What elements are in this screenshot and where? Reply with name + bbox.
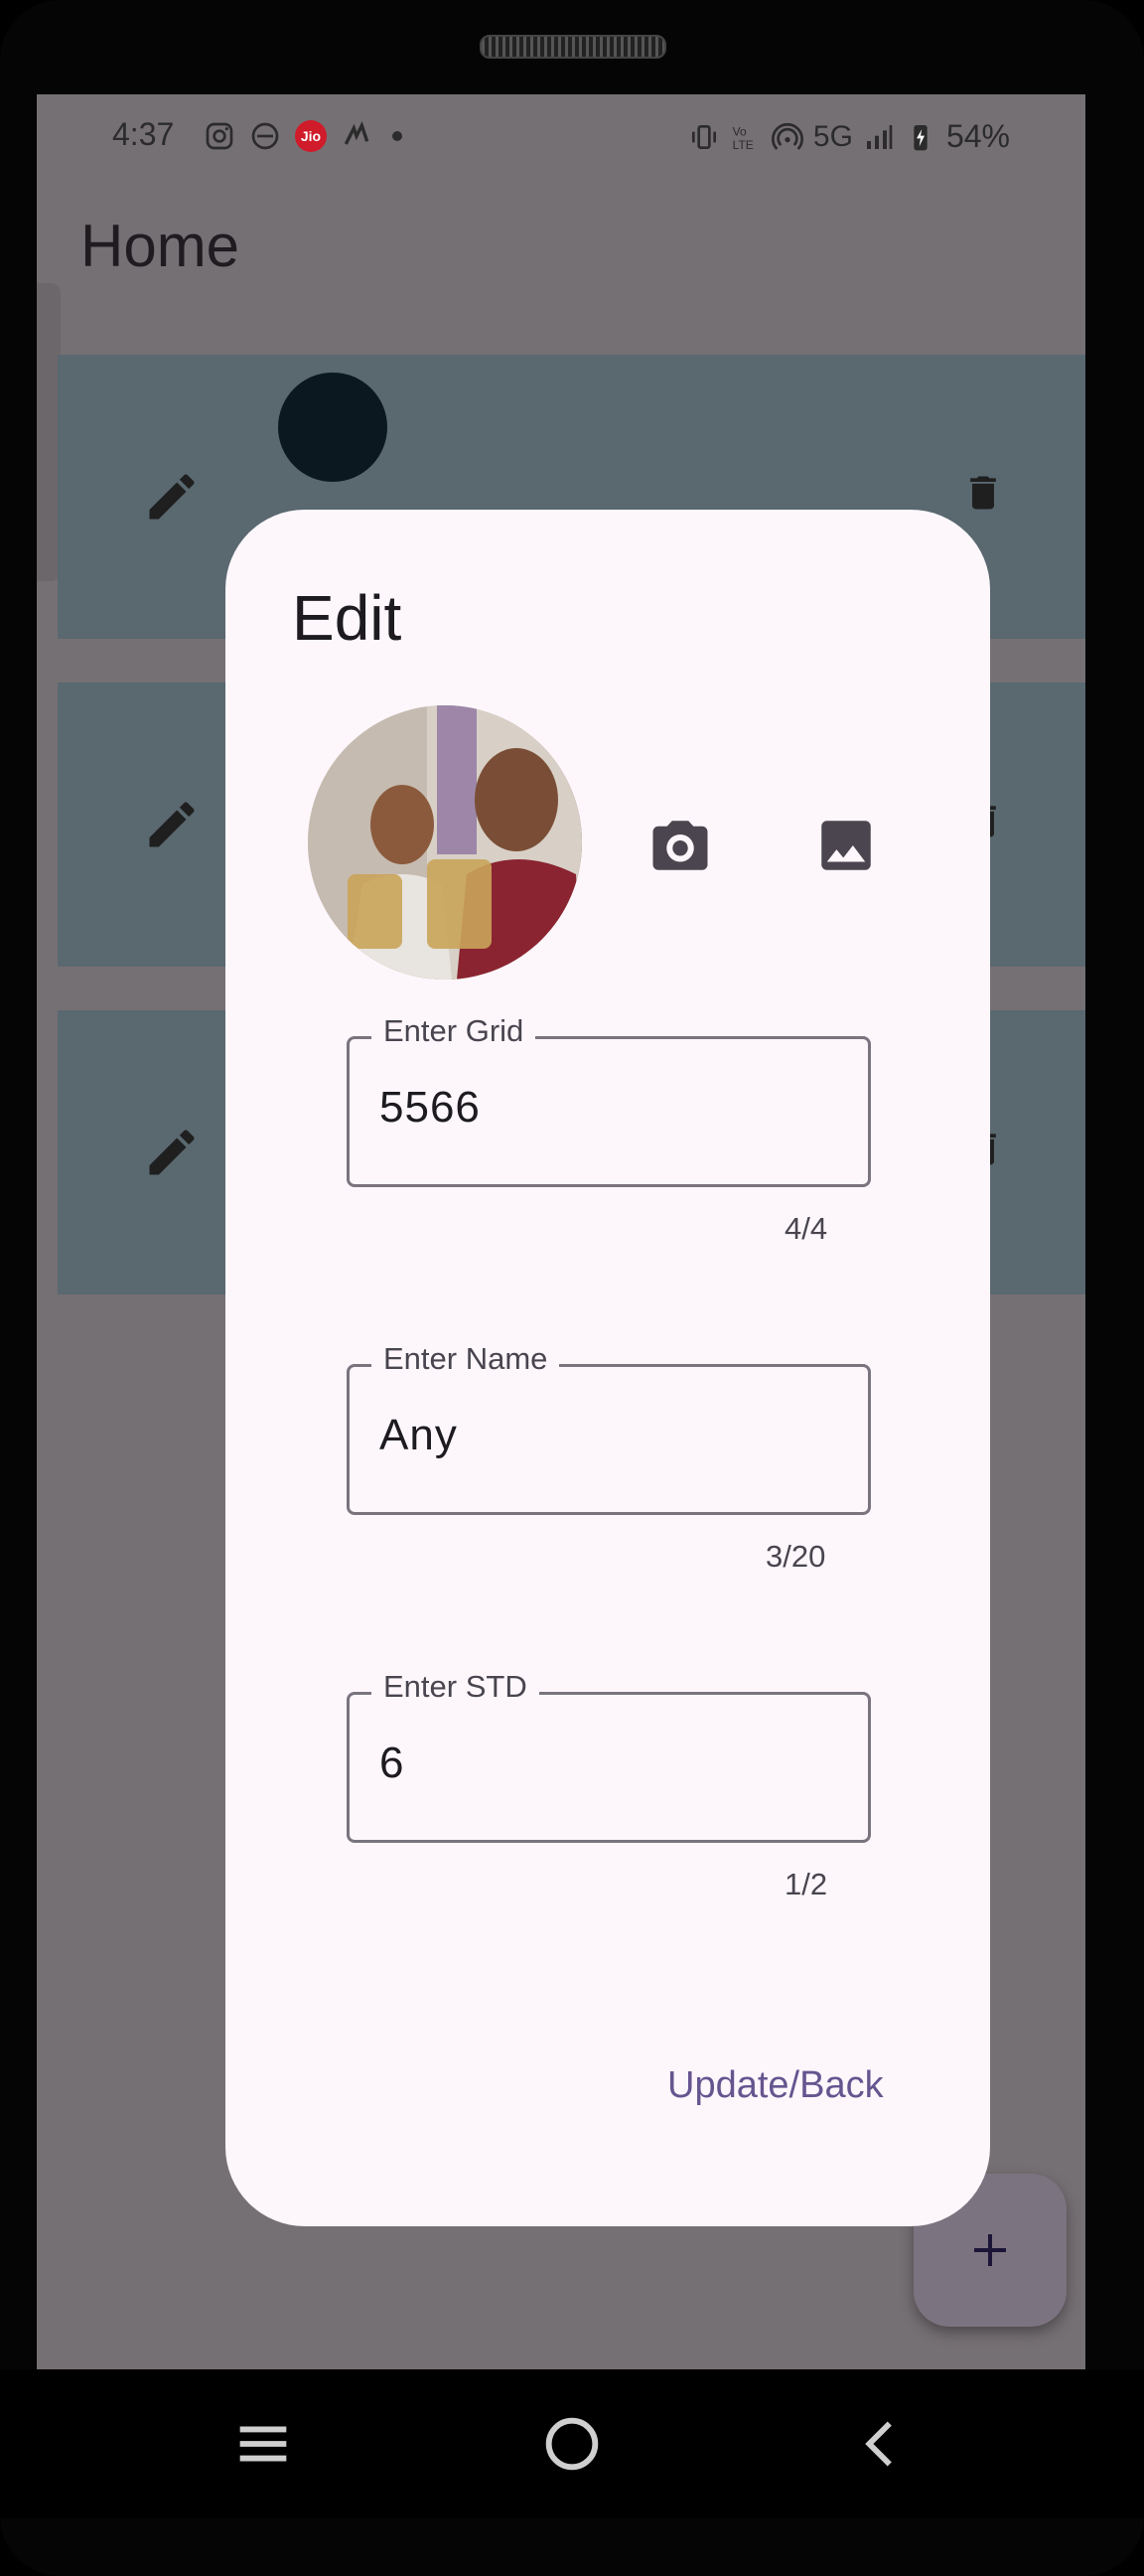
trash-icon[interactable] [961, 466, 1005, 520]
pencil-icon[interactable] [142, 795, 202, 854]
dialog-title: Edit [292, 582, 402, 654]
volte-icon: VoLTE [733, 124, 754, 152]
pencil-icon[interactable] [142, 1123, 202, 1182]
hotspot-icon [771, 122, 803, 150]
plus-icon [974, 2234, 1006, 2266]
app-icon-2 [344, 120, 369, 145]
status-right-icons: Vo LTE 5G 54% [688, 118, 1010, 155]
home-icon[interactable] [537, 2409, 607, 2479]
instagram-icon [206, 122, 233, 150]
status-left-icons: Jio [204, 120, 402, 152]
std-field-value[interactable]: 6 [379, 1739, 404, 1788]
grid-field-label: Enter Grid [371, 1013, 536, 1049]
jio-icon: Jio [295, 120, 327, 152]
charging-icon [914, 124, 928, 150]
pencil-icon[interactable] [142, 467, 202, 527]
app-icon [251, 122, 279, 150]
name-field-value[interactable]: Any [379, 1411, 458, 1460]
avatar [278, 373, 387, 482]
edit-dialog: Edit Enter Grid 5566 4/4 Enter Name Any … [225, 510, 990, 2226]
std-field[interactable]: Enter STD 6 [347, 1669, 871, 1843]
screen: 4:37 Jio Vo LTE 5G 54% Home Edit Enter G… [37, 94, 1085, 2369]
profile-photo [308, 705, 582, 980]
notification-dot [392, 131, 402, 141]
back-icon[interactable] [846, 2409, 916, 2479]
image-icon[interactable] [813, 813, 879, 878]
grid-field[interactable]: Enter Grid 5566 [347, 1013, 871, 1187]
menu-icon[interactable] [228, 2409, 298, 2479]
signal-icon [866, 124, 893, 149]
std-field-label: Enter STD [371, 1669, 539, 1705]
update-back-button[interactable]: Update/Back [667, 2064, 884, 2107]
vibrate-icon [691, 124, 716, 149]
battery-percent: 54% [945, 118, 1010, 154]
grid-counter: 4/4 [785, 1211, 828, 1246]
page-title: Home [80, 213, 240, 279]
name-counter: 3/20 [766, 1539, 826, 1574]
system-navigation-bar [0, 2369, 1144, 2518]
camera-icon[interactable] [647, 813, 713, 878]
profile-photo-image [308, 705, 582, 980]
earpiece-speaker [480, 35, 666, 59]
grid-field-value[interactable]: 5566 [379, 1083, 481, 1133]
phone-frame: 4:37 Jio Vo LTE 5G 54% Home Edit Enter G… [0, 0, 1144, 2576]
status-time: 4:37 [112, 116, 175, 152]
svg-text:Vo: Vo [733, 124, 747, 138]
network-type: 5G [812, 119, 853, 153]
std-counter: 1/2 [785, 1867, 828, 1901]
svg-text:LTE: LTE [733, 138, 754, 152]
name-field[interactable]: Enter Name Any [347, 1341, 871, 1515]
status-bar: 4:37 Jio Vo LTE 5G 54% [37, 94, 1085, 184]
name-field-label: Enter Name [371, 1341, 560, 1377]
